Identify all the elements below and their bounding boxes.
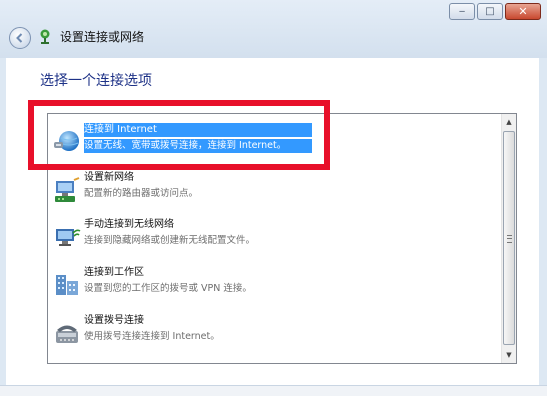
window-controls: ‒ □ ✕ [449,3,541,20]
vertical-scrollbar[interactable]: ▲ ▼ [501,114,516,363]
wireless-computer-icon [56,229,81,246]
option-description: 设置到您的工作区的拨号或 VPN 连接。 [84,283,252,294]
scroll-up-arrow-icon[interactable]: ▲ [502,114,516,130]
annotation-highlight-box [28,100,330,170]
network-setup-icon [40,29,50,44]
title-bar: ‒ □ ✕ 设置连接或网络 [0,0,547,58]
scroll-down-arrow-icon[interactable]: ▼ [502,347,516,363]
phone-modem-icon [56,325,78,343]
maximize-icon: □ [485,5,495,17]
workplace-icon [56,275,78,295]
page-title: 选择一个连接选项 [40,73,152,89]
back-arrow-icon [16,33,23,43]
option-dialup[interactable]: 设置拨号连接 使用拨号连接连接到 Internet。 [51,310,491,354]
minimize-button[interactable]: ‒ [449,3,475,20]
close-icon: ✕ [518,5,528,18]
breadcrumb: 设置连接或网络 [60,30,145,44]
option-setup-network[interactable]: 设置新网络 配置新的路由器或访问点。 [51,167,491,211]
close-button[interactable]: ✕ [505,3,541,20]
minimize-icon: ‒ [458,5,466,17]
option-title: 设置新网络 [84,172,134,183]
option-title: 设置拨号连接 [84,315,144,326]
option-title: 连接到工作区 [84,267,144,278]
option-description: 使用拨号连接连接到 Internet。 [84,331,220,342]
option-title: 手动连接到无线网络 [84,219,174,230]
option-manual-wireless[interactable]: 手动连接到无线网络 连接到隐藏网络或创建新无线配置文件。 [51,214,491,258]
option-description: 连接到隐藏网络或创建新无线配置文件。 [84,235,256,246]
option-description: 配置新的路由器或访问点。 [84,188,199,199]
back-button[interactable] [9,27,31,49]
maximize-button[interactable]: □ [477,3,503,20]
scrollbar-grip-icon [507,235,512,243]
option-connect-workplace[interactable]: 连接到工作区 设置到您的工作区的拨号或 VPN 连接。 [51,262,491,306]
router-icon [55,177,80,202]
bottom-strip [0,385,547,396]
scrollbar-thumb[interactable] [503,131,515,345]
